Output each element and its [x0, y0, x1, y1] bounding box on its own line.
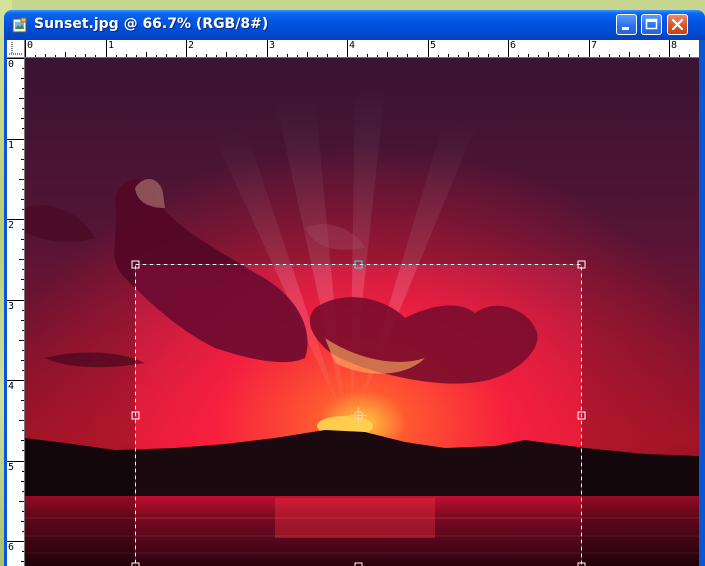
close-button[interactable] — [667, 14, 688, 35]
ruler-label: 2 — [188, 40, 195, 51]
ruler-label: 4 — [349, 40, 356, 51]
document-client-area: 0 1 2 3 4 5 6 7 8 0 1 2 3 4 5 6 — [7, 40, 699, 566]
handle-top-left[interactable] — [131, 260, 140, 269]
ruler-label: 1 — [8, 140, 15, 151]
vertical-ruler[interactable]: 0 1 2 3 4 5 6 — [7, 58, 25, 566]
image-canvas[interactable] — [25, 58, 699, 566]
handle-top-center[interactable] — [354, 260, 363, 269]
ruler-label: 7 — [591, 40, 598, 51]
title-bar[interactable]: Sunset.jpg @ 66.7% (RGB/8#) — [4, 10, 705, 40]
ruler-label: 5 — [8, 462, 15, 473]
horizontal-ruler[interactable]: 0 1 2 3 4 5 6 7 8 — [25, 40, 699, 58]
ruler-label: 0 — [8, 59, 15, 70]
handle-top-right[interactable] — [577, 260, 586, 269]
horizontal-ruler-ticks — [25, 40, 690, 57]
ruler-label: 8 — [671, 40, 678, 51]
handle-middle-left[interactable] — [131, 411, 140, 420]
ruler-label: 6 — [8, 542, 15, 553]
photoshop-document-icon[interactable] — [12, 17, 28, 33]
maximize-button[interactable] — [641, 14, 662, 35]
handle-middle-right[interactable] — [577, 411, 586, 420]
vertical-ruler-ticks — [7, 58, 24, 562]
ruler-label: 3 — [8, 301, 15, 312]
ruler-label: 4 — [8, 381, 15, 392]
ruler-label: 1 — [108, 40, 115, 51]
ruler-origin-corner[interactable] — [7, 40, 25, 58]
ruler-label: 6 — [510, 40, 517, 51]
reference-point-icon[interactable] — [350, 407, 367, 424]
ruler-label: 5 — [430, 40, 437, 51]
minimize-button[interactable] — [616, 14, 637, 35]
ruler-label: 2 — [8, 220, 15, 231]
ruler-label: 0 — [27, 40, 34, 51]
document-window[interactable]: Sunset.jpg @ 66.7% (RGB/8#) 0 1 2 3 4 5 … — [4, 10, 705, 566]
window-title: Sunset.jpg @ 66.7% (RGB/8#) — [34, 16, 269, 32]
transform-handles[interactable] — [25, 58, 699, 566]
ruler-label: 3 — [269, 40, 276, 51]
